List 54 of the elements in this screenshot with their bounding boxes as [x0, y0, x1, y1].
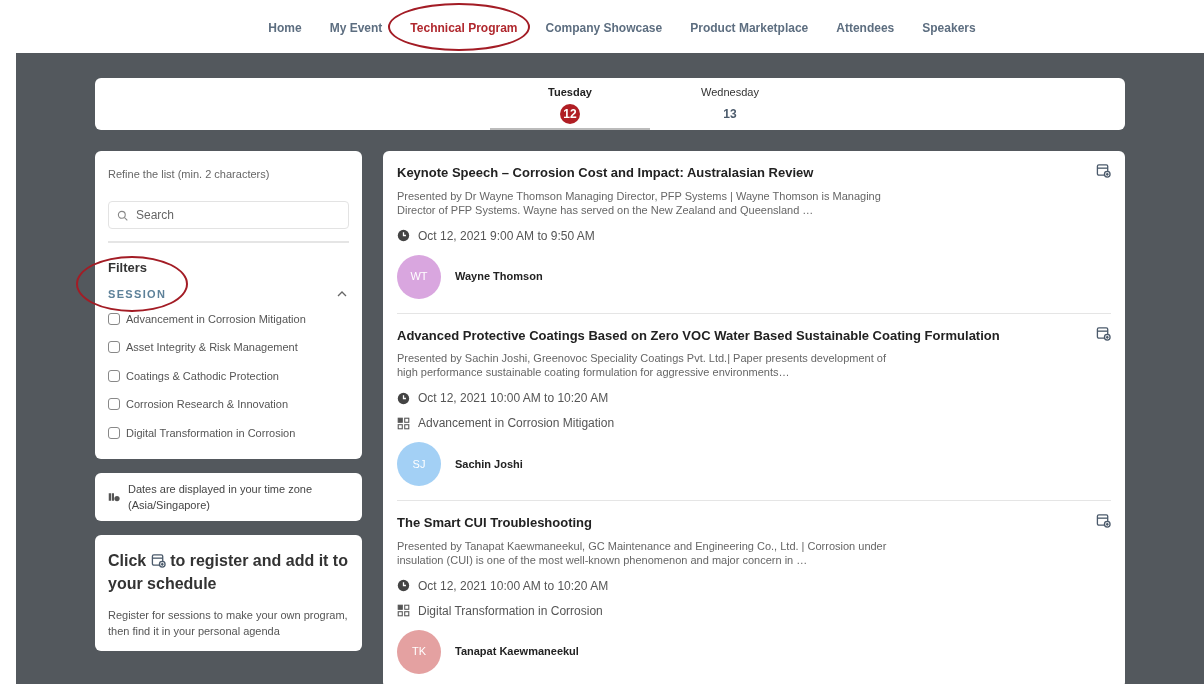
session-time: Oct 12, 2021 9:00 AM to 9:50 AM: [418, 227, 595, 245]
register-heading: Click to register and add it to your schedule: [108, 551, 349, 594]
session-group-toggle[interactable]: SESSION: [108, 286, 349, 303]
filters-heading: Filters: [108, 258, 148, 277]
register-description: Register for sessions to make your own program, then find it in your personal agenda: [108, 608, 349, 639]
session-description: Presented by Dr Wayne Thomson Managing Director, PFP Systems | Wayne Thomson is Managing Director of PFP Systems. Wayne has served on the New Zealand and Queensland …: [397, 188, 882, 217]
calendar-add-icon[interactable]: [150, 553, 166, 568]
session-track: Digital Transformation in Corrosion: [418, 602, 603, 620]
checkbox[interactable]: [108, 398, 120, 411]
timezone-note: Dates are displayed in your time zone (Asia/Singapore): [128, 482, 314, 513]
nav-link[interactable]: Technical Program: [410, 20, 518, 35]
calendar-add-icon[interactable]: [1096, 163, 1111, 178]
filter-option-label: Asset Integrity & Risk Management: [126, 340, 298, 355]
speaker-name[interactable]: Tanapat Kaewmaneekul: [455, 643, 579, 660]
clock-icon: [397, 391, 410, 405]
clock-icon: [397, 229, 410, 242]
speaker-name[interactable]: Wayne Thomson: [455, 268, 543, 285]
session-track: Advancement in Corrosion Mitigation: [418, 415, 615, 432]
avatar: SJ: [397, 442, 441, 486]
speaker-name[interactable]: Sachin Joshi: [455, 455, 523, 473]
avatar: TK: [397, 629, 441, 674]
nav-link[interactable]: Product Marketplace: [690, 20, 809, 35]
session-time: Oct 12, 2021 10:00 AM to 10:20 AM: [418, 390, 609, 407]
session-time: Oct 12, 2021 10:00 AM to 10:20 AM: [418, 577, 609, 595]
calendar-add-icon[interactable]: [1096, 325, 1111, 341]
nav-link[interactable]: Speakers: [922, 20, 976, 35]
calendar-clock-icon: [108, 491, 120, 503]
grid-icon: [397, 604, 410, 617]
session-description: Presented by Tanapat Kaewmaneekul, GC Maintenance and Engineering Co., Ltd. | Corrosion under insulation (CUI) is one of the most well-known phenomenon and major concern in …: [397, 538, 888, 567]
checkbox[interactable]: [108, 369, 120, 382]
nav-link[interactable]: Company Showcase: [545, 20, 663, 35]
refine-label: Refine the list (min. 2 characters): [108, 167, 271, 182]
search-icon: [117, 209, 128, 221]
clock-icon: [397, 579, 410, 592]
calendar-add-icon[interactable]: [1096, 513, 1111, 528]
nav-link[interactable]: Attendees: [836, 20, 895, 35]
grid-icon: [397, 416, 410, 430]
checkbox[interactable]: [108, 341, 120, 354]
filter-option-label: Advancement in Corrosion Mitigation: [126, 311, 306, 327]
checkbox[interactable]: [108, 426, 120, 439]
session-title[interactable]: Advanced Protective Coatings Based on Zero VOC Water Based Sustainable Coating Formulation: [397, 325, 1000, 345]
filter-option-label: Digital Transformation in Corrosion: [126, 425, 296, 441]
filter-option-label: Coatings & Cathodic Protection: [126, 368, 279, 384]
session-description: Presented by Sachin Joshi, Greenovoc Speciality Coatings Pvt. Ltd.| Paper presents development of high performance sustainable coating formulation for aggressive environments…: [397, 351, 887, 379]
day-tab[interactable]: Wednesday 13: [650, 78, 810, 130]
session-title[interactable]: Keynote Speech – Corrosion Cost and Impact: Australasian Review: [397, 163, 814, 183]
filter-option-label: Corrosion Research & Innovation: [126, 397, 289, 412]
nav-link[interactable]: My Event: [329, 20, 383, 35]
search-field[interactable]: Search: [108, 200, 349, 229]
nav-link[interactable]: Home: [268, 20, 302, 35]
avatar: WT: [397, 254, 441, 299]
day-tab[interactable]: Tuesday 12: [490, 78, 650, 130]
session-title[interactable]: The Smart CUI Troubleshooting: [397, 513, 592, 533]
checkbox[interactable]: [108, 312, 120, 325]
